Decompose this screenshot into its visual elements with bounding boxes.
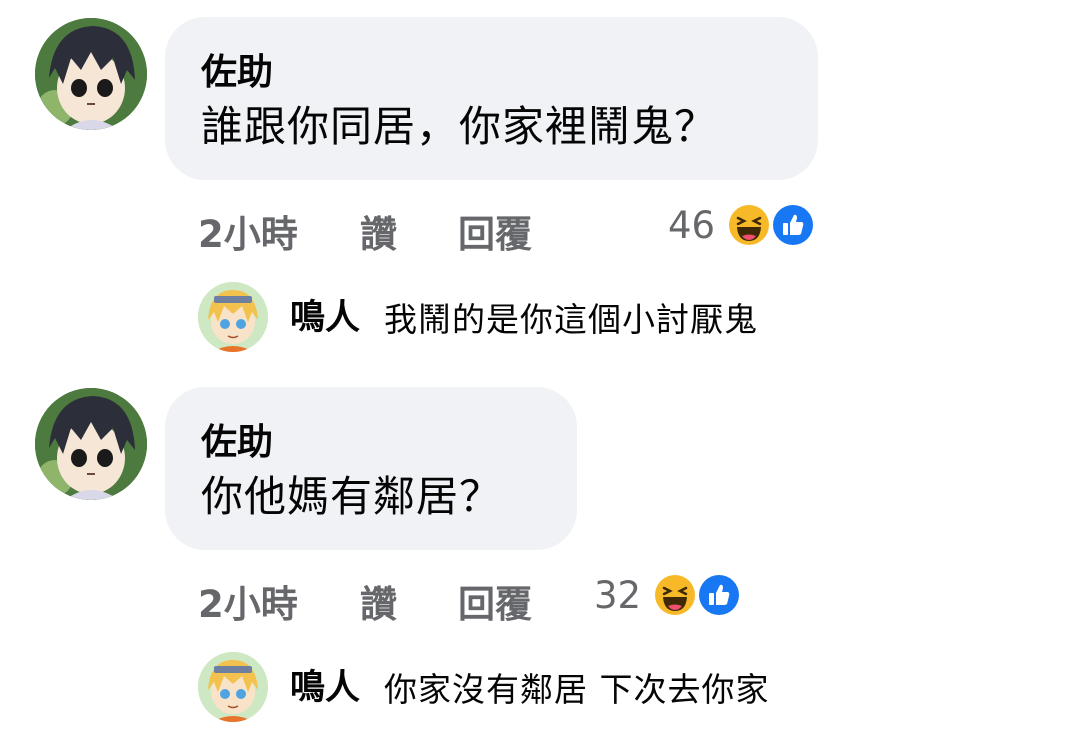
comment-bubble: 佐助 你他媽有鄰居？ bbox=[165, 387, 577, 550]
reply-button[interactable]: 回覆 bbox=[458, 204, 532, 258]
reply-text: 你家沒有鄰居 下次去你家 bbox=[384, 670, 770, 709]
like-button[interactable]: 讚 bbox=[360, 204, 397, 258]
like-button[interactable]: 讚 bbox=[360, 574, 397, 628]
comment-timestamp[interactable]: 2小時 bbox=[198, 574, 298, 628]
reply-text: 我鬧的是你這個小討厭鬼 bbox=[384, 300, 758, 339]
comment-bubble: 佐助 誰跟你同居，你家裡鬧鬼？ bbox=[165, 17, 818, 180]
haha-icon bbox=[726, 202, 772, 248]
reply-author[interactable]: 鳴人 bbox=[290, 668, 360, 708]
comment-author[interactable]: 佐助 bbox=[201, 421, 541, 465]
reply-preview[interactable]: 鳴人 我鬧的是你這個小討厭鬼 bbox=[198, 282, 1058, 354]
reply-preview[interactable]: 鳴人 你家沒有鄰居 下次去你家 bbox=[198, 652, 1058, 724]
comment-text: 你他媽有鄰居？ bbox=[201, 472, 503, 521]
avatar[interactable] bbox=[35, 18, 147, 130]
sasuke-avatar-icon bbox=[35, 18, 147, 130]
reply-button[interactable]: 回覆 bbox=[458, 574, 532, 628]
naruto-avatar-icon bbox=[198, 282, 268, 352]
avatar[interactable] bbox=[198, 652, 268, 722]
like-icon bbox=[770, 202, 816, 248]
comment-actions: 2小時 讚 回覆 32 bbox=[198, 566, 838, 626]
reaction-count[interactable]: 32 bbox=[594, 574, 641, 617]
like-icon bbox=[696, 572, 742, 618]
reply-author[interactable]: 鳴人 bbox=[290, 298, 360, 338]
comment-actions: 2小時 讚 回覆 46 bbox=[198, 196, 838, 256]
reaction-icons[interactable] bbox=[652, 570, 748, 622]
avatar[interactable] bbox=[198, 282, 268, 352]
naruto-avatar-icon bbox=[198, 652, 268, 722]
reaction-icons[interactable] bbox=[726, 200, 822, 252]
reaction-count[interactable]: 46 bbox=[668, 204, 715, 247]
comment-text: 誰跟你同居，你家裡鬧鬼？ bbox=[201, 102, 718, 151]
sasuke-avatar-icon bbox=[35, 388, 147, 500]
haha-icon bbox=[652, 572, 698, 618]
comment-author[interactable]: 佐助 bbox=[201, 51, 782, 95]
comment-timestamp[interactable]: 2小時 bbox=[198, 204, 298, 258]
avatar[interactable] bbox=[35, 388, 147, 500]
